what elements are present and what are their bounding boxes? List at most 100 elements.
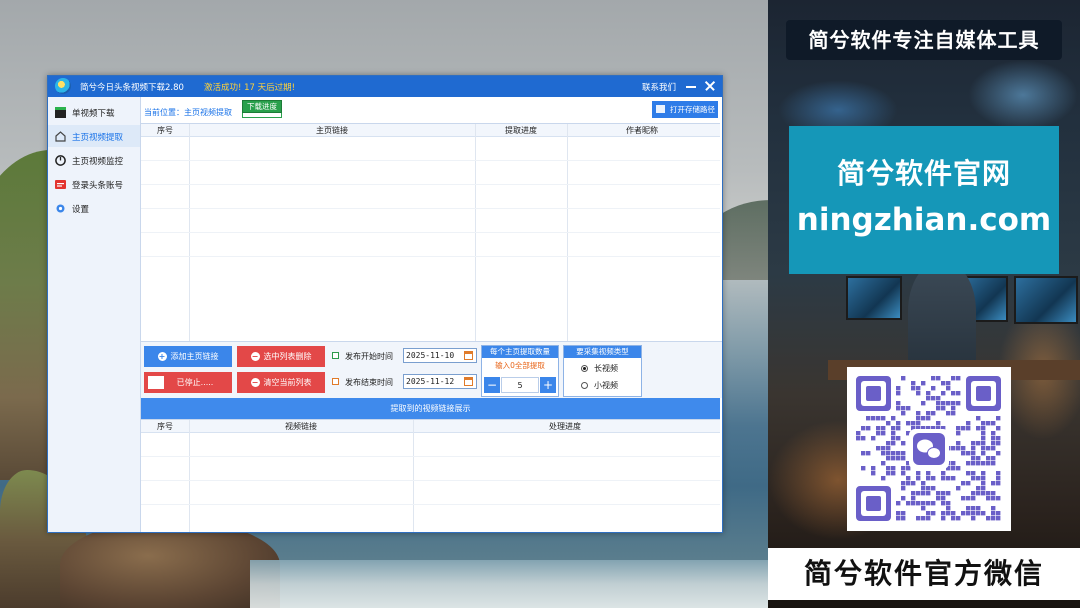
- row-divider: [141, 232, 720, 233]
- date-value: 2025-11-12: [406, 377, 455, 386]
- row-divider: [141, 480, 720, 481]
- sidebar-item-homepage-extract[interactable]: 主页视频提取: [48, 125, 140, 147]
- clear-list-button[interactable]: − 清空当前列表: [237, 372, 325, 393]
- delete-selected-button[interactable]: − 选中列表删除: [237, 346, 325, 367]
- app-window: 简兮今日头条视频下载2.80 激活成功! 17 天后过期! 联系我们 单视频下载…: [47, 75, 723, 533]
- publish-start-date-input[interactable]: 2025-11-10: [403, 348, 477, 363]
- download-progress-tab[interactable]: 下载进度: [242, 100, 282, 113]
- button-label: 添加主页链接: [170, 352, 219, 361]
- contact-link[interactable]: 联系我们: [642, 81, 676, 93]
- column-divider: [189, 420, 190, 532]
- stop-button[interactable]: 已停止.....: [144, 372, 232, 393]
- close-icon[interactable]: [703, 79, 717, 93]
- window-title: 简兮今日头条视频下载2.80: [80, 83, 184, 93]
- sidebar-item-label: 设置: [72, 205, 90, 215]
- promo-site-card: 简兮软件官网 ningzhian.com: [789, 126, 1059, 274]
- promo-site-title: 简兮软件官网: [836, 157, 1011, 190]
- wallpaper-surf: [250, 560, 768, 608]
- row-divider: [141, 456, 720, 457]
- table-header: 序号 主页链接 提取进度 作者昵称: [141, 124, 720, 137]
- activation-status: 激活成功! 17 天后过期!: [204, 83, 296, 93]
- plus-circle-icon: +: [157, 352, 167, 361]
- row-divider: [141, 208, 720, 209]
- publish-end-label: 发布结束时间: [345, 378, 393, 387]
- wechat-qr-code: [847, 367, 1011, 531]
- stop-status-box: [148, 376, 164, 389]
- minus-circle-icon: −: [250, 378, 260, 387]
- minimize-icon[interactable]: [684, 79, 698, 93]
- sidebar-item-single-video[interactable]: 单视频下载: [48, 101, 140, 123]
- promo-bottom-banner: 简兮软件官方微信: [768, 548, 1080, 600]
- column-header: 序号: [157, 422, 173, 431]
- promo-site-url: ningzhian.com: [796, 202, 1052, 238]
- publish-start-checkbox[interactable]: [332, 352, 339, 359]
- row-divider: [141, 184, 720, 185]
- section-title-bar: 提取到的视频链接展示: [141, 398, 720, 419]
- clapperboard-icon: [55, 107, 66, 118]
- column-header: 处理进度: [549, 422, 581, 431]
- column-header: 作者昵称: [626, 126, 658, 135]
- promo-top-banner: 简兮软件专注自媒体工具: [786, 20, 1062, 60]
- column-header: 主页链接: [316, 126, 348, 135]
- sidebar-item-label: 登录头条账号: [72, 181, 124, 191]
- extract-count-input[interactable]: 5: [501, 377, 539, 393]
- bg-glow: [968, 60, 1078, 130]
- decrement-button[interactable]: −: [484, 377, 500, 393]
- column-header: 序号: [157, 126, 173, 135]
- sidebar-item-login-toutiao[interactable]: 登录头条账号: [48, 173, 140, 195]
- sidebar-item-settings[interactable]: 设置: [48, 197, 140, 219]
- bg-person: [908, 262, 976, 372]
- column-header: 提取进度: [505, 126, 537, 135]
- extract-count-title: 每个主页提取数量: [482, 346, 558, 358]
- qr-pattern: [856, 376, 1001, 521]
- calendar-icon[interactable]: [464, 351, 473, 360]
- publish-start-label: 发布开始时间: [345, 352, 393, 361]
- open-folder-label: 打开存储路径: [670, 105, 715, 114]
- publish-end-checkbox[interactable]: [332, 378, 339, 385]
- table-header: 序号 视频链接 处理进度: [141, 420, 720, 433]
- long-video-radio[interactable]: [581, 365, 588, 372]
- video-link-table[interactable]: 序号 视频链接 处理进度: [141, 419, 720, 532]
- wallpaper-rocks: [60, 520, 280, 608]
- short-video-radio[interactable]: [581, 382, 588, 389]
- button-label: 清空当前列表: [263, 378, 312, 387]
- sidebar-item-label: 主页视频提取: [72, 133, 124, 143]
- sidebar-item-label: 主页视频监控: [72, 157, 124, 167]
- homepage-link-table[interactable]: 序号 主页链接 提取进度 作者昵称: [141, 123, 720, 341]
- calendar-icon[interactable]: [464, 377, 473, 386]
- bg-monitor: [846, 276, 902, 320]
- control-panel: + 添加主页链接 − 选中列表删除 已停止..... − 清空当前列表 发布开始时间 …: [141, 341, 722, 398]
- open-folder-button[interactable]: 打开存储路径: [652, 101, 718, 118]
- column-divider: [413, 420, 414, 532]
- date-value: 2025-11-10: [406, 351, 455, 360]
- minus-circle-icon: −: [250, 352, 260, 361]
- download-progress-indicator: [242, 113, 282, 118]
- column-header: 视频链接: [285, 422, 317, 431]
- breadcrumb: 当前位置：主页视频提取: [144, 108, 232, 117]
- row-divider: [141, 256, 720, 257]
- long-video-label: 长视频: [594, 364, 618, 373]
- increment-button[interactable]: +: [540, 377, 556, 393]
- app-logo-icon: [55, 78, 71, 94]
- video-type-box: 要采集视频类型 长视频 小视频: [563, 345, 642, 397]
- folder-icon: [656, 105, 665, 113]
- button-label: 已停止.....: [176, 378, 214, 387]
- button-label: 选中列表删除: [263, 352, 312, 361]
- sidebar: 单视频下载 主页视频提取 主页视频监控 登录头条账号 设置: [48, 97, 141, 532]
- extract-count-hint: 输入0全部提取: [495, 361, 545, 370]
- home-icon: [55, 131, 66, 142]
- short-video-label: 小视频: [594, 381, 618, 390]
- title-bar: 简兮今日头条视频下载2.80 激活成功! 17 天后过期! 联系我们: [48, 76, 722, 97]
- sidebar-item-label: 单视频下载: [72, 109, 115, 119]
- row-divider: [141, 504, 720, 505]
- promo-panel: 简兮软件专注自媒体工具 简兮软件官网 ningzhian.com 简兮软件官方微…: [768, 0, 1080, 608]
- sidebar-item-homepage-monitor[interactable]: 主页视频监控: [48, 149, 140, 171]
- bg-monitor: [1014, 276, 1078, 324]
- monitor-icon: [55, 155, 66, 166]
- extract-count-box: 每个主页提取数量 输入0全部提取 − 5 +: [481, 345, 559, 397]
- toutiao-icon: [55, 180, 66, 189]
- main-panel: 当前位置：主页视频提取 下载进度 打开存储路径 序号 主页链接 提取进度 作者昵…: [141, 97, 722, 532]
- add-homepage-link-button[interactable]: + 添加主页链接: [144, 346, 232, 367]
- gear-icon: [56, 204, 65, 213]
- publish-end-date-input[interactable]: 2025-11-12: [403, 374, 477, 389]
